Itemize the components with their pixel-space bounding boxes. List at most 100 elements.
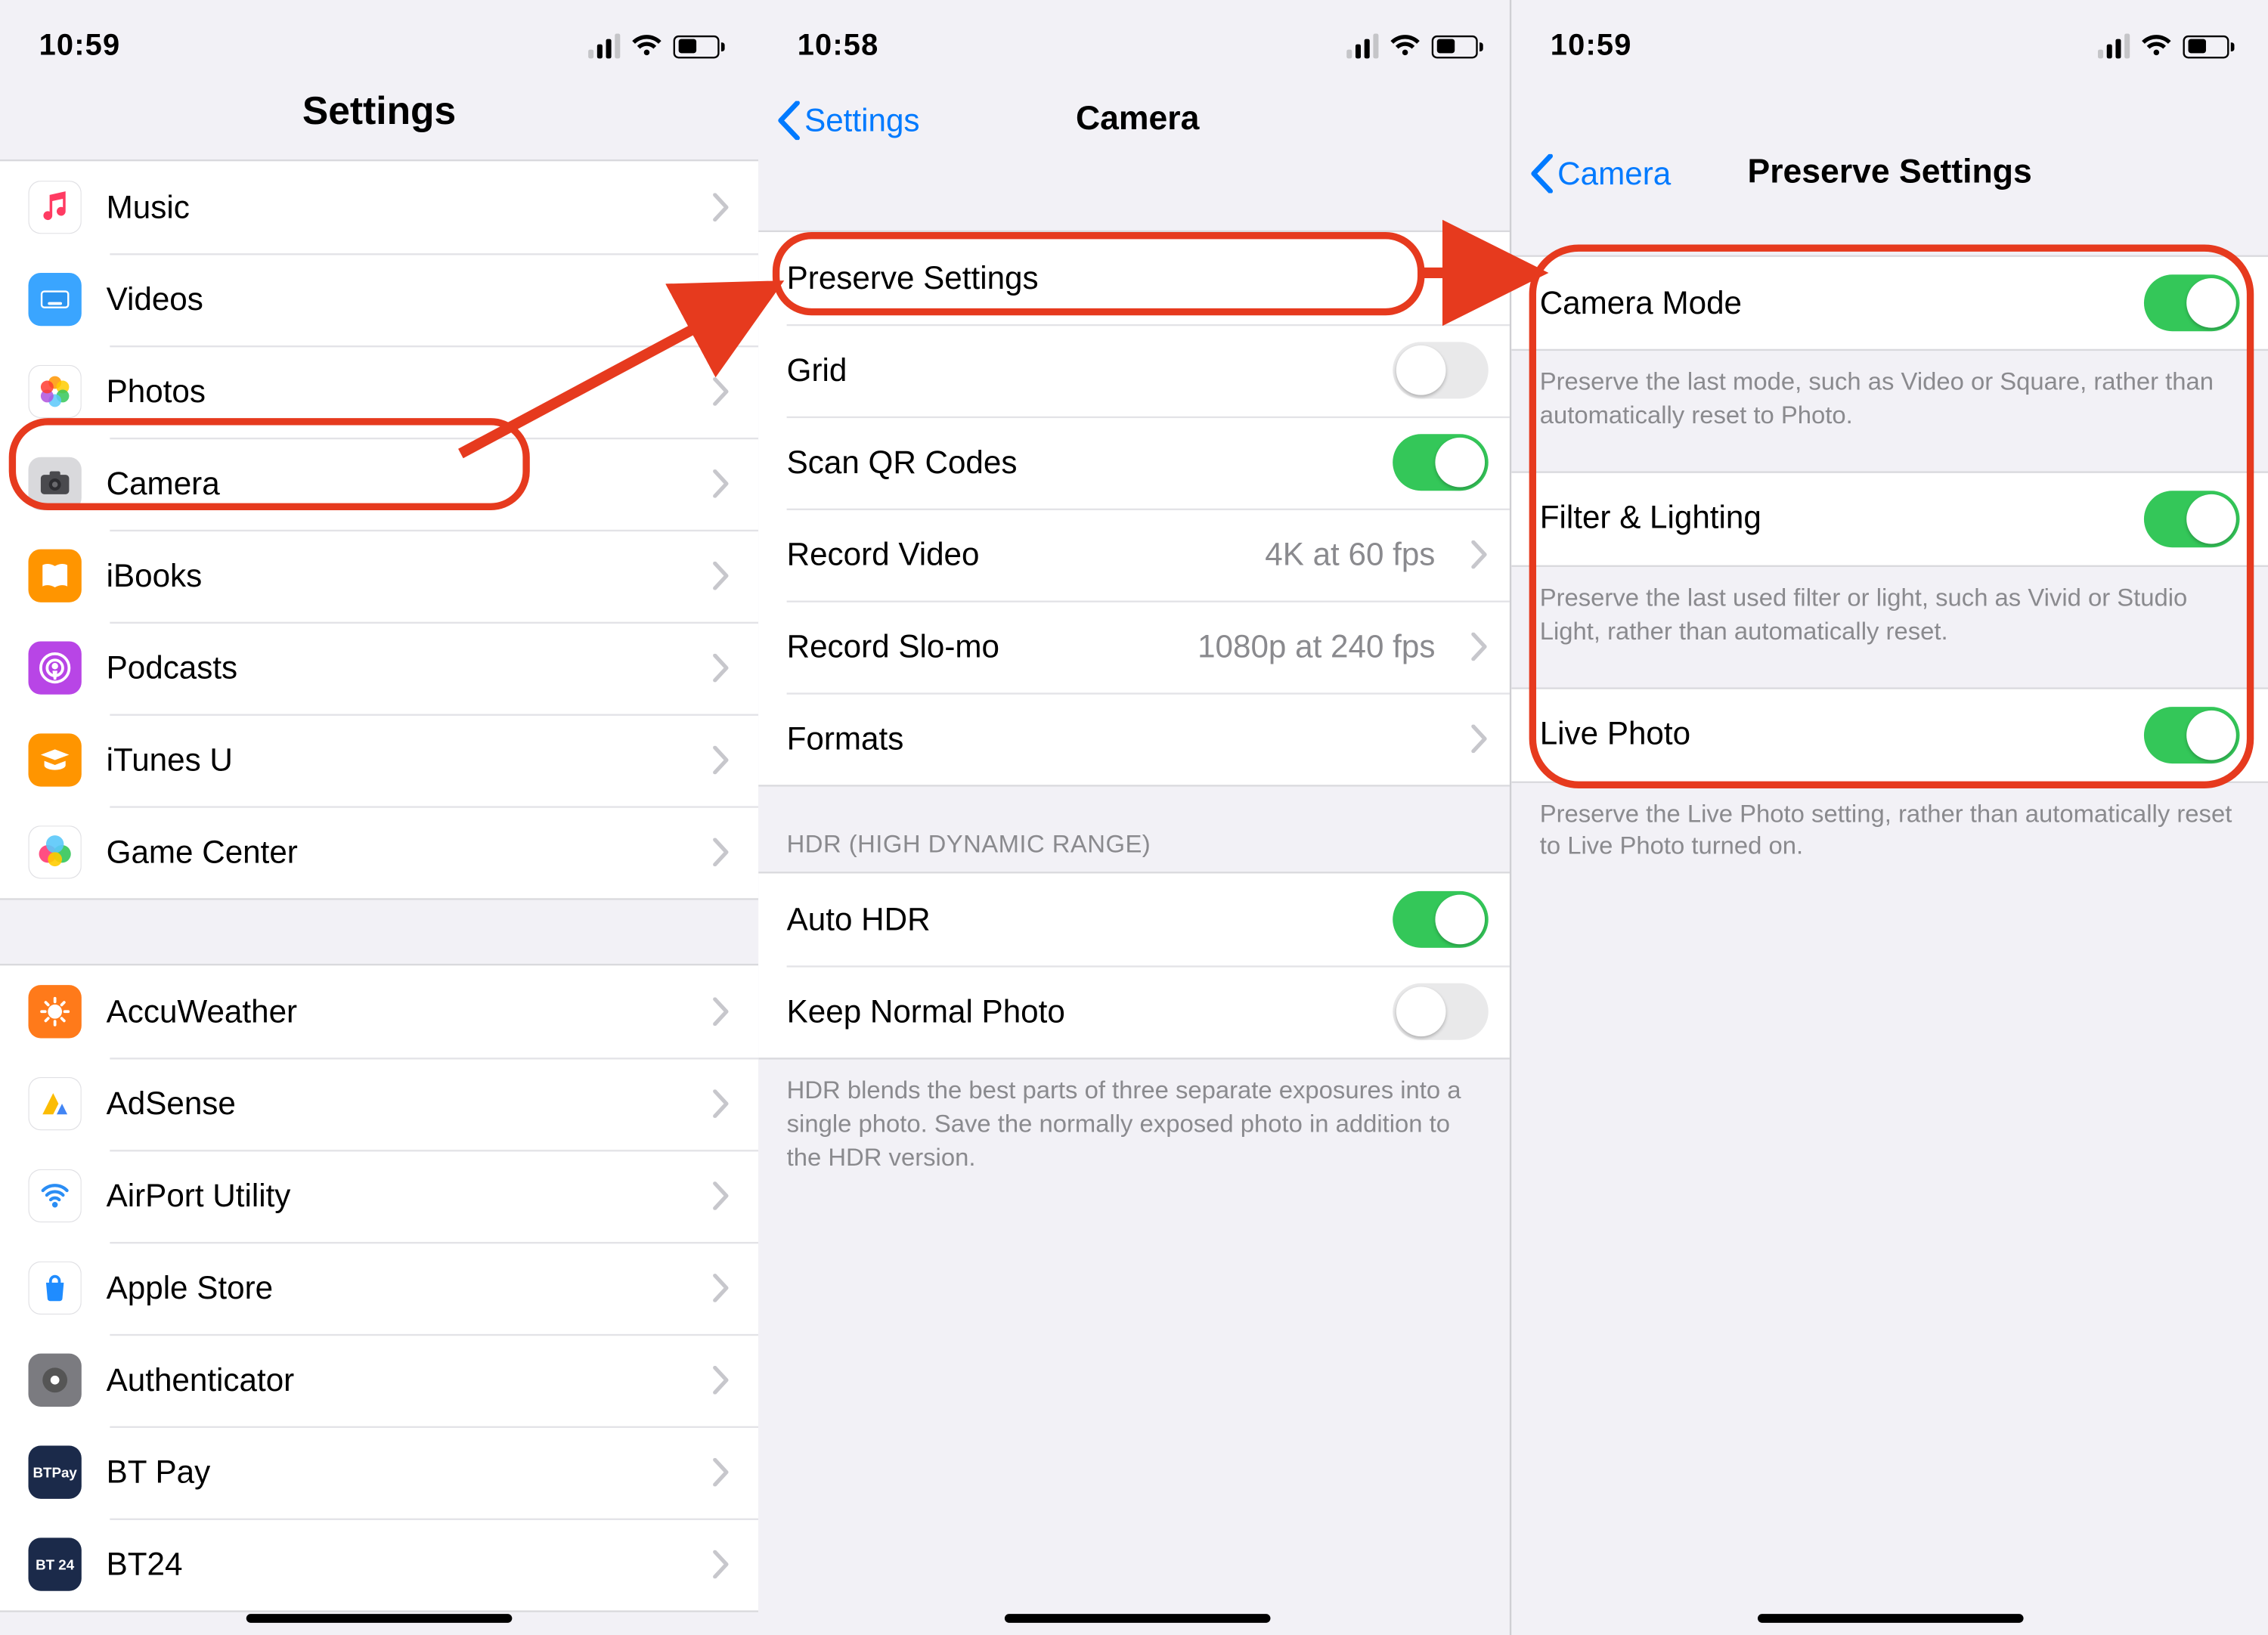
chevron-right-icon	[712, 838, 730, 867]
settings-row-podcasts[interactable]: Podcasts	[0, 622, 758, 714]
row-label: iTunes U	[107, 742, 688, 779]
switch-keepnorm[interactable]	[1393, 983, 1489, 1040]
settings-row-music[interactable]: Music	[0, 161, 758, 253]
camera-row-grid[interactable]: Grid	[758, 324, 1517, 416]
preserve-row-cammode[interactable]: Camera Mode	[1511, 257, 2268, 349]
row-label: Photos	[107, 373, 688, 410]
camera-icon	[29, 457, 82, 510]
row-label: AccuWeather	[107, 993, 688, 1030]
podcasts-icon	[29, 641, 82, 694]
back-button[interactable]: Settings	[776, 82, 920, 159]
itunesu-icon	[29, 733, 82, 786]
row-label: Videos	[107, 280, 688, 317]
settings-row-itunesu[interactable]: iTunes U	[0, 714, 758, 807]
chevron-right-icon	[712, 1458, 730, 1487]
section-footer: Preserve the last mode, such as Video or…	[1511, 351, 2268, 432]
camera-row-keepnorm[interactable]: Keep Normal Photo	[758, 965, 1517, 1057]
wifi-icon	[2140, 34, 2172, 59]
camera-row-recslo[interactable]: Record Slo-mo1080p at 240 fps	[758, 601, 1517, 693]
section-footer: HDR blends the best parts of three separ…	[758, 1060, 1517, 1175]
chevron-right-icon	[712, 1181, 730, 1210]
chevron-right-icon	[712, 1089, 730, 1118]
row-label: Live Photo	[1540, 716, 2119, 753]
settings-row-ibooks[interactable]: iBooks	[0, 530, 758, 622]
row-label: Camera	[107, 465, 688, 502]
settings-row-airport[interactable]: AirPort Utility	[0, 1150, 758, 1242]
row-label: Camera Mode	[1540, 284, 2119, 321]
back-label: Camera	[1557, 155, 1671, 192]
home-indicator[interactable]	[1757, 1614, 2023, 1623]
row-label: Game Center	[107, 834, 688, 871]
settings-row-videos[interactable]: Videos	[0, 253, 758, 345]
row-label: Authenticator	[107, 1361, 688, 1398]
row-label: Keep Normal Photo	[787, 993, 1368, 1030]
row-value: 1080p at 240 fps	[1198, 628, 1435, 665]
chevron-right-icon	[712, 285, 730, 314]
row-label: Filter & Lighting	[1540, 500, 2119, 537]
page-title: Settings	[0, 82, 758, 159]
chevron-right-icon	[712, 1366, 730, 1395]
applestore-icon	[29, 1262, 82, 1315]
camera-row-recvideo[interactable]: Record Video4K at 60 fps	[758, 509, 1517, 601]
settings-row-accuweather[interactable]: AccuWeather	[0, 965, 758, 1057]
row-label: Apple Store	[107, 1269, 688, 1306]
row-label: Scan QR Codes	[787, 444, 1368, 481]
camera-row-autohdr[interactable]: Auto HDR	[758, 873, 1517, 965]
home-indicator[interactable]	[1005, 1614, 1271, 1623]
status-time: 10:59	[1551, 29, 1632, 64]
chevron-right-icon	[1470, 264, 1488, 293]
battery-icon	[1432, 35, 1478, 57]
camera-row-formats[interactable]: Formats	[758, 692, 1517, 785]
status-bar: 10:58	[758, 0, 1517, 82]
chevron-right-icon	[712, 654, 730, 683]
music-icon	[29, 181, 82, 234]
wifi-icon	[1390, 34, 1421, 59]
chevron-right-icon	[712, 469, 730, 498]
status-time: 10:59	[39, 29, 121, 64]
row-label: Auto HDR	[787, 901, 1368, 938]
status-bar: 10:59	[0, 0, 758, 82]
row-label: Grid	[787, 351, 1368, 389]
ibooks-icon	[29, 550, 82, 602]
chevron-right-icon	[1470, 540, 1488, 569]
preserve-row-filter[interactable]: Filter & Lighting	[1511, 472, 2268, 565]
adsense-icon	[29, 1077, 82, 1130]
camera-row-scanqr[interactable]: Scan QR Codes	[758, 416, 1517, 509]
bt24-icon: BT 24	[29, 1537, 82, 1590]
settings-row-bt24[interactable]: BT 24 BT24	[0, 1519, 758, 1611]
switch-scanqr[interactable]	[1393, 434, 1489, 491]
authenticator-icon	[29, 1354, 82, 1407]
row-label: BT24	[107, 1546, 688, 1583]
row-label: iBooks	[107, 557, 688, 594]
wifi-icon	[631, 34, 662, 59]
gamecenter-icon	[29, 825, 82, 878]
camera-row-preserve[interactable]: Preserve Settings	[758, 232, 1517, 324]
home-indicator[interactable]	[246, 1614, 513, 1623]
switch-filter[interactable]	[2144, 491, 2240, 547]
switch-livephoto[interactable]	[2144, 706, 2240, 763]
switch-autohdr[interactable]	[1393, 891, 1489, 948]
settings-row-authenticator[interactable]: Authenticator	[0, 1334, 758, 1426]
preserve-row-livephoto[interactable]: Live Photo	[1511, 689, 2268, 781]
status-bar: 10:59	[1511, 0, 2268, 82]
chevron-right-icon	[1470, 725, 1488, 754]
settings-row-applestore[interactable]: Apple Store	[0, 1242, 758, 1334]
settings-row-adsense[interactable]: AdSense	[0, 1057, 758, 1150]
screen-settings: 10:59 Settings Music Videos Photos Camera iB…	[0, 0, 758, 1635]
switch-cammode[interactable]	[2144, 274, 2240, 331]
row-label: Record Video	[787, 536, 1241, 573]
back-button[interactable]: Camera	[1529, 135, 1672, 212]
section-footer: Preserve the Live Photo setting, rather …	[1511, 782, 2268, 863]
row-label: Preserve Settings	[787, 259, 1446, 296]
section-header: HDR (HIGH DYNAMIC RANGE)	[758, 787, 1517, 872]
chevron-right-icon	[712, 998, 730, 1027]
settings-row-gamecenter[interactable]: Game Center	[0, 806, 758, 898]
settings-row-btpay[interactable]: BTPayBT Pay	[0, 1426, 758, 1519]
switch-grid[interactable]	[1393, 342, 1489, 398]
page-title: Camera	[1076, 101, 1199, 141]
row-label: AirPort Utility	[107, 1177, 688, 1214]
status-time: 10:58	[798, 29, 879, 64]
settings-row-photos[interactable]: Photos	[0, 345, 758, 438]
battery-icon	[2183, 35, 2229, 57]
settings-row-camera[interactable]: Camera	[0, 438, 758, 530]
